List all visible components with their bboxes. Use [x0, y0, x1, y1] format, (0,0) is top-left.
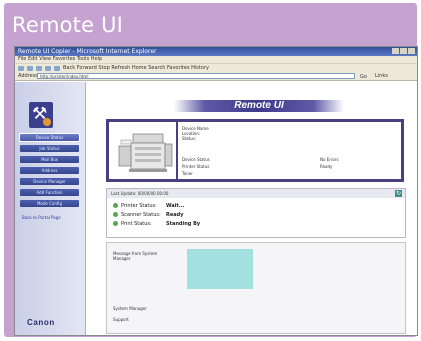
canon-logo: Canon: [27, 318, 55, 327]
status-row-printer: Printer Status: Wait...: [113, 201, 313, 210]
remote-ui-page: ⚒ Device Status Job Status Mail Box Addr…: [15, 82, 417, 335]
browser-toolbar: Back Forward Stop Refresh Home Search Fa…: [15, 63, 417, 72]
device-info-panel: Device Name Location: Status: Device Sta…: [106, 119, 404, 182]
device-name-block: Device Name Location: Status:: [182, 126, 302, 141]
sidebar-item-address[interactable]: Address: [20, 167, 79, 174]
card-title: Remote UI: [12, 13, 124, 37]
status-row-print: Print Status: Standing By: [113, 219, 313, 228]
device-status-table: Device Status No Errors Printer Status R…: [182, 156, 392, 177]
status-ok-icon: [113, 221, 118, 226]
back-icon[interactable]: [18, 65, 24, 71]
message-label: Message from System Manager: [113, 251, 158, 261]
status-list: Printer Status: Wait... Scanner Status: …: [113, 201, 313, 228]
status-ok-icon: [113, 203, 118, 208]
sidebar-item-add-function[interactable]: Add Function: [20, 189, 79, 196]
status-ok-icon: [113, 212, 118, 217]
address-label: Address: [18, 73, 38, 79]
menu-bar[interactable]: File Edit View Favorites Tools Help: [15, 56, 417, 63]
close-button[interactable]: [408, 48, 415, 54]
go-button[interactable]: Go: [360, 73, 367, 82]
main-content: Remote UI Device Name Location: Status: …: [94, 82, 414, 335]
device-row-label: Printer Status: [182, 164, 210, 169]
status-label: Printer Status:: [121, 202, 157, 209]
portal-link[interactable]: Back to Portal Page: [22, 215, 76, 221]
home-icon[interactable]: [54, 65, 60, 71]
remote-ui-card: Remote UI Remote UI Copier - Microsoft I…: [4, 3, 418, 337]
banner-title: Remote UI: [234, 100, 284, 111]
system-manager-label: System Manager: [113, 306, 147, 311]
status-value: Wait...: [166, 202, 185, 209]
device-divider: [176, 122, 178, 179]
window-controls: [392, 48, 415, 54]
device-row-label: Device Status: [182, 157, 210, 162]
device-row: Device Status No Errors: [182, 156, 392, 163]
message-box: [187, 249, 253, 289]
browser-window: Remote UI Copier - Microsoft Internet Ex…: [14, 46, 418, 336]
forward-icon[interactable]: [27, 65, 33, 71]
copier-device-icon: [118, 133, 173, 172]
address-input[interactable]: http://printer/index.html: [37, 73, 355, 79]
sidebar-item-device-manager[interactable]: Device Manager: [20, 178, 79, 185]
status-header: Last Update: 00/00/00 00:00: [107, 189, 405, 198]
device-row-label: Toner: [182, 171, 193, 176]
device-status-line: Status:: [182, 136, 197, 141]
remote-ui-logo: ⚒: [29, 102, 53, 128]
window-titlebar: Remote UI Copier - Microsoft Internet Ex…: [15, 47, 417, 56]
refresh-icon[interactable]: [45, 65, 51, 71]
sidebar: ⚒ Device Status Job Status Mail Box Addr…: [15, 82, 86, 335]
sidebar-item-mail-box[interactable]: Mail Box: [20, 156, 79, 163]
links-button[interactable]: Links: [375, 72, 388, 81]
device-row: Toner: [182, 170, 392, 177]
status-label: Print Status:: [121, 220, 152, 227]
maximize-button[interactable]: [400, 48, 407, 54]
status-value: Standing By: [166, 220, 201, 227]
stop-icon[interactable]: [36, 65, 42, 71]
device-row: Printer Status Ready: [182, 163, 392, 170]
toolbar-labels: Back Forward Stop Refresh Home Search Fa…: [63, 65, 209, 71]
status-row-scanner: Scanner Status: Ready: [113, 210, 313, 219]
minimize-button[interactable]: [392, 48, 399, 54]
remote-ui-banner: Remote UI: [174, 100, 344, 112]
message-panel: Message from System Manager System Manag…: [106, 242, 406, 334]
status-panel: Last Update: 00/00/00 00:00 ↻ Printer St…: [106, 188, 406, 238]
window-title: Remote UI Copier - Microsoft Internet Ex…: [18, 48, 157, 55]
system-manager-value: Support: [113, 317, 129, 322]
device-row-value: No Errors: [320, 157, 339, 162]
sidebar-item-job-status[interactable]: Job Status: [20, 145, 79, 152]
sidebar-item-mode-config[interactable]: Mode Config: [20, 200, 79, 207]
sidebar-nav: Device Status Job Status Mail Box Addres…: [19, 133, 80, 221]
status-dot-icon: [43, 118, 51, 126]
sidebar-item-device-status[interactable]: Device Status: [19, 133, 80, 142]
device-row-value: Ready: [320, 164, 333, 169]
status-value: Ready: [166, 211, 184, 218]
refresh-button[interactable]: ↻: [395, 190, 402, 197]
address-bar: Address http://printer/index.html Go Lin…: [15, 72, 417, 81]
status-label: Scanner Status:: [121, 211, 161, 218]
